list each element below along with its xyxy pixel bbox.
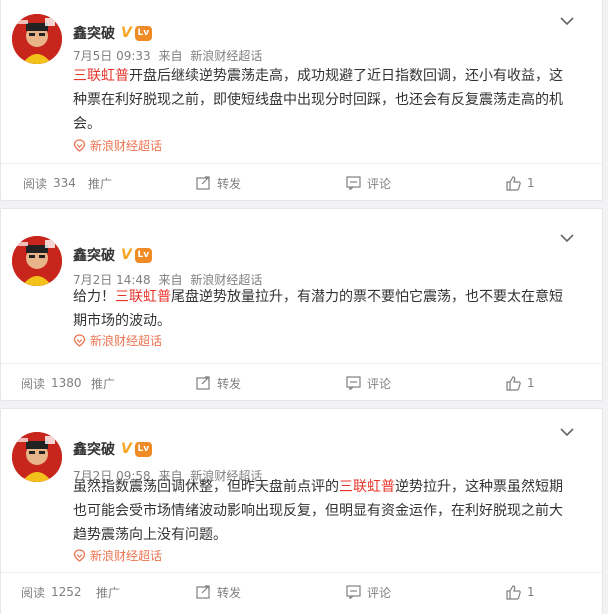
post-text: 给力！三联虹普尾盘逆势放量拉升，有潜力的票不要怕它震荡，也不要太在意短期市场的波…	[73, 285, 573, 333]
topic-link[interactable]: 新浪财经超话	[73, 547, 162, 564]
promote-label: 推广	[96, 585, 121, 600]
topic-icon	[73, 549, 86, 562]
comment-button[interactable]: 评论	[346, 164, 391, 202]
read-number: 334	[53, 176, 76, 190]
forward-label: 转发	[217, 585, 242, 600]
promote-button[interactable]: 推广	[96, 573, 120, 611]
forward-label: 转发	[217, 176, 242, 191]
promote-label: 推广	[91, 376, 116, 391]
read-count: 阅读 1380	[21, 364, 82, 402]
forward-label: 转发	[217, 376, 242, 391]
post-source[interactable]: 新浪财经超话	[190, 49, 262, 63]
like-count: 1	[527, 176, 535, 190]
topic-label: 新浪财经超话	[90, 549, 163, 563]
stock-link[interactable]: 三联虹普	[115, 289, 171, 305]
forward-button[interactable]: 转发	[196, 364, 241, 402]
promote-button[interactable]: 推广	[91, 364, 115, 402]
comment-label: 评论	[367, 376, 392, 391]
action-bar: 阅读 1252 推广 转发 评论 1	[1, 572, 602, 610]
user-row: 鑫突破 V Lv	[73, 440, 152, 458]
verified-badge: V	[121, 25, 132, 41]
source-prefix: 来自	[158, 49, 183, 63]
chevron-down-icon[interactable]	[560, 233, 574, 243]
like-button[interactable]: 1	[506, 573, 535, 611]
comment-label: 评论	[367, 585, 392, 600]
comment-label: 评论	[367, 176, 392, 191]
level-badge: Lv	[134, 25, 152, 41]
chevron-down-icon[interactable]	[560, 16, 574, 26]
post-card: 鑫突破 V Lv 7月2日 14:48 来自 新浪财经超话 给力！三联虹普尾盘逆…	[0, 208, 603, 401]
avatar[interactable]	[12, 432, 62, 482]
text-before: 虽然指数震荡回调休整，但昨天盘前点评的	[73, 479, 339, 495]
forward-button[interactable]: 转发	[196, 573, 241, 611]
topic-label: 新浪财经超话	[90, 334, 163, 348]
like-icon	[506, 584, 521, 600]
topic-link[interactable]: 新浪财经超话	[73, 332, 162, 349]
topic-label: 新浪财经超话	[90, 139, 163, 153]
post-text: 虽然指数震荡回调休整，但昨天盘前点评的三联虹普逆势拉升，这种票虽然短期也可能会受…	[73, 475, 573, 547]
level-badge: Lv	[134, 441, 152, 457]
comment-button[interactable]: 评论	[346, 573, 391, 611]
user-name[interactable]: 鑫突破	[73, 23, 115, 43]
stock-link[interactable]: 三联虹普	[339, 479, 395, 495]
topic-link[interactable]: 新浪财经超话	[73, 137, 162, 154]
weibo-feed: 鑫突破 V Lv 7月5日 09:33 来自 新浪财经超话 三联虹普开盘后继续逆…	[0, 0, 608, 614]
read-label: 阅读	[21, 585, 46, 600]
topic-icon	[73, 334, 86, 347]
like-icon	[506, 375, 521, 391]
read-count: 阅读 1252	[21, 573, 82, 611]
read-label: 阅读	[21, 376, 46, 391]
user-name[interactable]: 鑫突破	[73, 439, 115, 459]
action-bar: 阅读 1380 推广 转发 评论 1	[1, 363, 602, 401]
post-time[interactable]: 7月5日 09:33	[73, 49, 151, 63]
text-before: 给力！	[73, 289, 115, 305]
avatar[interactable]	[12, 14, 62, 64]
post-card: 鑫突破 V Lv 7月2日 09:58 来自 新浪财经超话 虽然指数震荡回调休整…	[0, 408, 603, 614]
like-count: 1	[527, 585, 535, 599]
like-icon	[506, 175, 521, 191]
avatar[interactable]	[12, 236, 62, 286]
comment-button[interactable]: 评论	[346, 364, 391, 402]
post-meta: 7月5日 09:33 来自 新浪财经超话	[73, 47, 266, 64]
read-number: 1252	[51, 585, 82, 599]
post-card: 鑫突破 V Lv 7月5日 09:33 来自 新浪财经超话 三联虹普开盘后继续逆…	[0, 0, 603, 201]
level-badge: Lv	[134, 247, 152, 263]
action-bar: 阅读 334 推广 转发 评论 1	[1, 163, 602, 201]
user-name[interactable]: 鑫突破	[73, 245, 115, 265]
forward-icon	[196, 176, 210, 190]
read-count: 阅读 334	[23, 164, 76, 202]
verified-badge: V	[121, 441, 132, 457]
read-number: 1380	[51, 376, 82, 390]
forward-icon	[196, 585, 210, 599]
user-row: 鑫突破 V Lv	[73, 24, 152, 42]
forward-icon	[196, 376, 210, 390]
like-count: 1	[527, 376, 535, 390]
user-row: 鑫突破 V Lv	[73, 246, 152, 264]
like-button[interactable]: 1	[506, 164, 535, 202]
text-after: 开盘后继续逆势震荡走高，成功规避了近日指数回调，还小有收益，这种票在利好脱现之前…	[73, 68, 563, 132]
post-text: 三联虹普开盘后继续逆势震荡走高，成功规避了近日指数回调，还小有收益，这种票在利好…	[73, 64, 573, 136]
promote-label: 推广	[88, 176, 113, 191]
comment-icon	[346, 176, 361, 190]
chevron-down-icon[interactable]	[560, 427, 574, 437]
forward-button[interactable]: 转发	[196, 164, 241, 202]
stock-link[interactable]: 三联虹普	[73, 68, 129, 84]
verified-badge: V	[121, 247, 132, 263]
like-button[interactable]: 1	[506, 364, 535, 402]
read-label: 阅读	[23, 176, 48, 191]
promote-button[interactable]: 推广	[88, 164, 112, 202]
comment-icon	[346, 376, 361, 390]
topic-icon	[73, 139, 86, 152]
comment-icon	[346, 585, 361, 599]
